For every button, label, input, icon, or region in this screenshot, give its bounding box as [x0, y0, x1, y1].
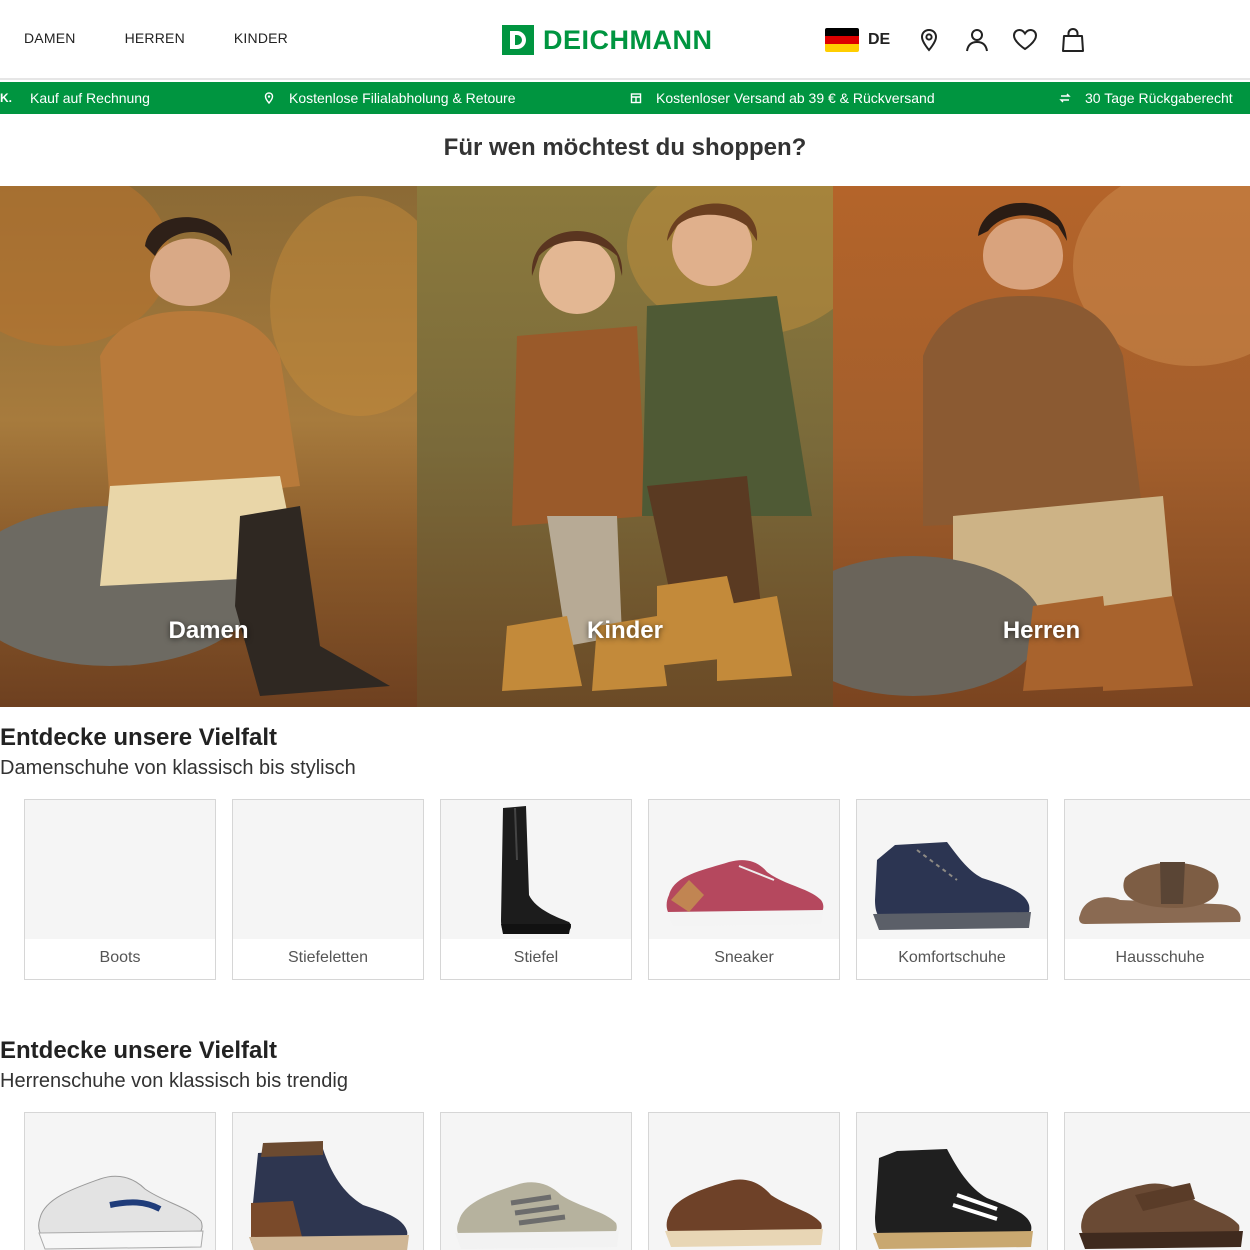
heart-icon[interactable]	[1011, 26, 1039, 54]
usp-item-rueckgabe: 30 Tage Rückgaberecht	[1059, 82, 1233, 114]
site-header: DAMEN HERREN KINDER DEICHMANN DE	[0, 0, 1250, 80]
usp-item-versand: Kostenloser Versand ab 39 € & Rückversan…	[630, 82, 935, 114]
category-image	[857, 800, 1047, 939]
category-card-men-5[interactable]	[856, 1112, 1048, 1250]
shopping-bag-icon[interactable]	[1059, 26, 1087, 54]
category-image	[649, 1113, 839, 1250]
nav-herren[interactable]: HERREN	[125, 30, 185, 46]
brown-lace-up-shoe-image	[665, 1179, 823, 1247]
category-image	[25, 1113, 215, 1250]
category-label: Komfortschuhe	[898, 949, 1006, 966]
main-nav: DAMEN HERREN KINDER	[24, 30, 288, 46]
location-pin-icon[interactable]	[915, 26, 943, 54]
category-label: Stiefel	[513, 949, 559, 966]
category-image	[857, 1113, 1047, 1250]
fluffy-slipper-image	[1079, 862, 1241, 924]
category-card-men-1[interactable]	[24, 1112, 216, 1250]
invoice-icon: K.	[0, 91, 12, 105]
women-category-carousel: Boots Stiefeletten Stiefel Sneaker Komfo…	[24, 799, 1250, 980]
men-section-title: Entdecke unsere Vielfalt	[0, 1037, 278, 1064]
tile-kinder[interactable]: Kinder	[417, 186, 833, 707]
white-running-sneaker-image	[38, 1175, 204, 1250]
navy-comfort-shoe-image	[873, 842, 1031, 930]
category-card-stiefel[interactable]: Stiefel	[440, 799, 632, 980]
tile-label: Herren	[1002, 617, 1081, 644]
category-label: Boots	[99, 949, 141, 966]
usp-text: 30 Tage Rückgaberecht	[1085, 90, 1233, 106]
shop-for-title: Für wen möchtest du shoppen?	[443, 134, 807, 161]
category-card-men-6[interactable]	[1064, 1112, 1250, 1250]
usp-text: Kostenloser Versand ab 39 € & Rückversan…	[656, 90, 935, 106]
logo-text: DEICHMANN	[543, 25, 713, 55]
category-image	[441, 1113, 631, 1250]
category-label: Hausschuhe	[1115, 949, 1205, 966]
category-card-men-2[interactable]	[232, 1112, 424, 1250]
nav-damen[interactable]: DAMEN	[24, 30, 76, 46]
category-image	[649, 800, 839, 939]
category-image	[233, 1113, 423, 1250]
user-icon[interactable]	[963, 26, 991, 54]
nav-kinder[interactable]: KINDER	[234, 30, 288, 46]
category-label: Stiefeletten	[287, 949, 369, 966]
red-sneaker-image	[666, 860, 824, 926]
tile-label: Damen	[168, 617, 249, 644]
category-card-men-4[interactable]	[648, 1112, 840, 1250]
black-boot-image	[501, 806, 571, 934]
country-label: DE	[868, 31, 891, 48]
women-section-subtitle: Damenschuhe von klassisch bis stylisch	[0, 757, 356, 779]
grey-sneaker-image	[455, 1182, 619, 1249]
category-card-hausschuhe[interactable]: Hausschuhe	[1064, 799, 1250, 980]
germany-flag-icon	[825, 28, 859, 52]
tile-herren[interactable]: Herren	[833, 186, 1250, 707]
tile-damen[interactable]: Damen	[0, 186, 417, 707]
exchange-icon	[1059, 93, 1071, 103]
category-card-stiefeletten[interactable]: Stiefeletten	[232, 799, 424, 980]
store-icon	[630, 93, 642, 104]
category-card-komfortschuhe[interactable]: Komfortschuhe	[856, 799, 1048, 980]
women-section-title: Entdecke unsere Vielfalt	[0, 724, 278, 751]
usp-item-filiale: Kostenlose Filialabholung & Retoure	[263, 82, 515, 114]
brown-velcro-shoe-image	[1079, 1183, 1243, 1249]
category-image	[441, 800, 631, 939]
category-card-sneaker[interactable]: Sneaker	[648, 799, 840, 980]
category-card-boots[interactable]: Boots	[24, 799, 216, 980]
logo-d-icon	[502, 25, 534, 55]
category-image	[1065, 1113, 1250, 1250]
usp-text: Kostenlose Filialabholung & Retoure	[289, 90, 516, 106]
category-image	[25, 800, 215, 939]
usp-item-rechnung: K. Kauf auf Rechnung	[0, 82, 150, 114]
tile-label: Kinder	[586, 617, 663, 644]
brown-boot-image	[249, 1141, 409, 1250]
category-label: Sneaker	[714, 949, 774, 966]
location-pin-icon	[264, 92, 274, 104]
usp-bar: K. Kauf auf Rechnung Kostenlose Filialab…	[0, 82, 1250, 114]
deichmann-logo[interactable]: DEICHMANN	[502, 25, 713, 55]
category-card-men-3[interactable]	[440, 1112, 632, 1250]
men-section-subtitle: Herrenschuhe von klassisch bis trendig	[0, 1070, 348, 1092]
country-selector[interactable]: DE	[825, 28, 890, 52]
men-category-carousel	[24, 1112, 1250, 1250]
usp-text: Kauf auf Rechnung	[30, 90, 150, 106]
category-image	[1065, 800, 1250, 939]
black-high-top-image	[873, 1149, 1033, 1249]
category-image	[233, 800, 423, 939]
